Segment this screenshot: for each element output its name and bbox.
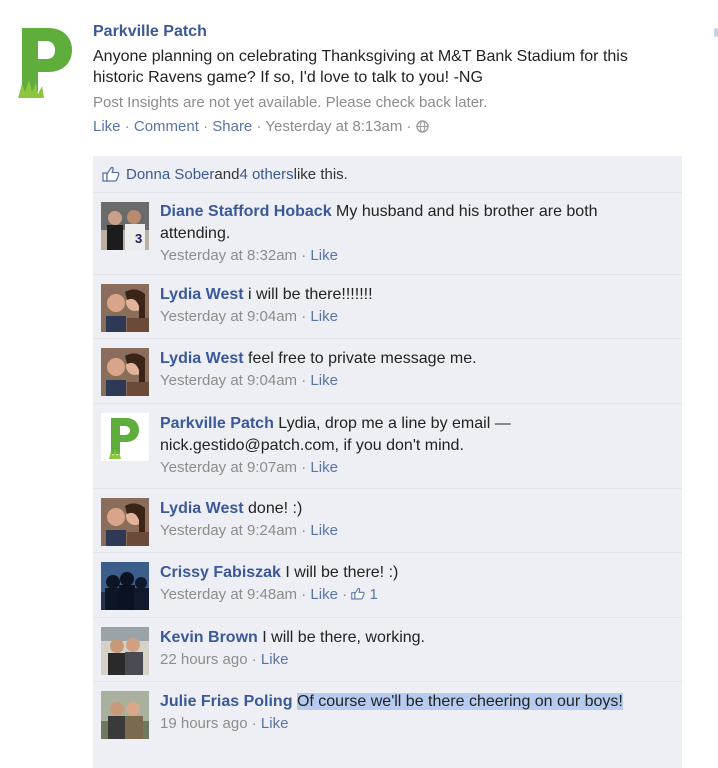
separator: · — [252, 118, 266, 135]
feedback-panel: Donna Sober and 4 others like this. 3 Di… — [93, 156, 682, 768]
thumbs-up-icon — [102, 166, 120, 182]
comment-time[interactable]: Yesterday at 9:04am — [160, 308, 297, 325]
comment-like-link[interactable]: Like — [261, 715, 289, 732]
avatar[interactable] — [101, 562, 149, 610]
commenter-name[interactable]: Lydia West — [160, 286, 244, 303]
comment-text: done! :) — [248, 500, 303, 517]
liker-name[interactable]: Donna Sober — [126, 166, 214, 183]
comment-time[interactable]: Yesterday at 9:48am — [160, 586, 297, 603]
comment-text: Of course we'll be there cheering on our… — [296, 693, 623, 710]
comment-text: i will be there!!!!!!! — [248, 286, 373, 303]
separator: · — [120, 118, 134, 135]
post-text: Anyone planning on celebrating Thanksgiv… — [93, 48, 628, 86]
commenter-name[interactable]: Lydia West — [160, 500, 244, 517]
comment-like-link[interactable]: Like — [310, 247, 338, 264]
comment-time[interactable]: 22 hours ago — [160, 651, 248, 668]
comment-time[interactable]: Yesterday at 9:24am — [160, 522, 297, 539]
commenter-name[interactable]: Kevin Brown — [160, 629, 258, 646]
avatar[interactable] — [101, 498, 149, 546]
comment-like-link[interactable]: Like — [310, 586, 338, 603]
avatar[interactable] — [101, 691, 149, 739]
comment: Parkville Patch Lydia, drop me a line by… — [93, 404, 682, 489]
like-count: 1 — [369, 586, 378, 603]
comment-time[interactable]: Yesterday at 9:04am — [160, 372, 297, 389]
comment-text: feel free to private message me. — [248, 350, 477, 367]
page-logo[interactable] — [16, 26, 74, 98]
comment: Kevin Brown I will be there, working. 22… — [93, 618, 682, 682]
svg-text:3: 3 — [135, 231, 142, 246]
comment: Julie Frias Poling Of course we'll be th… — [93, 682, 682, 768]
like-link[interactable]: Like — [93, 118, 121, 135]
comment-like-link[interactable]: Like — [310, 522, 338, 539]
comment: Crissy Fabiszak I will be there! :) Yest… — [93, 553, 682, 618]
comment-time[interactable]: 19 hours ago — [160, 715, 248, 732]
likes-summary: Donna Sober and 4 others like this. — [93, 156, 682, 193]
avatar[interactable] — [101, 284, 149, 332]
comment: Lydia West done! :) Yesterday at 9:24am … — [93, 489, 682, 553]
commenter-name[interactable]: Crissy Fabiszak — [160, 564, 281, 581]
avatar[interactable] — [101, 348, 149, 396]
comment-like-link[interactable]: Like — [261, 651, 289, 668]
comment: Lydia West feel free to private message … — [93, 339, 682, 404]
commenter-name[interactable]: Parkville Patch — [160, 415, 274, 432]
scroll-edge — [714, 28, 718, 37]
comment-like-link[interactable]: Like — [310, 372, 338, 389]
post-actions: Like · Comment · Share · Yesterday at 8:… — [93, 118, 693, 137]
commenter-name[interactable]: Lydia West — [160, 350, 244, 367]
comment-like-count[interactable]: 1 — [351, 586, 378, 603]
avatar[interactable] — [101, 627, 149, 675]
avatar[interactable]: 3 — [101, 202, 149, 250]
separator: · — [297, 247, 311, 264]
commenter-name[interactable]: Julie Frias Poling — [160, 693, 292, 710]
separator: · — [247, 651, 261, 668]
comment-like-link[interactable]: Like — [310, 308, 338, 325]
post-timestamp[interactable]: Yesterday at 8:13am — [265, 118, 402, 135]
likes-connector: and — [214, 165, 240, 183]
likes-others-link[interactable]: 4 others — [239, 166, 293, 183]
post: Parkville Patch Anyone planning on celeb… — [93, 22, 693, 137]
comment: 3 Diane Stafford Hoback My husband and h… — [93, 193, 682, 275]
separator: · — [402, 118, 416, 135]
comment-time[interactable]: Yesterday at 8:32am — [160, 247, 297, 264]
separator: · — [297, 308, 311, 325]
likes-suffix: like this. — [293, 165, 348, 183]
comment-text: I will be there! :) — [285, 564, 399, 581]
separator: · — [247, 715, 261, 732]
comment-time[interactable]: Yesterday at 9:07am — [160, 459, 297, 476]
comment-link[interactable]: Comment — [134, 118, 199, 135]
commenter-name[interactable]: Diane Stafford Hoback — [160, 203, 332, 220]
separator: · — [297, 586, 311, 603]
separator: · — [337, 586, 352, 603]
post-author[interactable]: Parkville Patch — [93, 22, 693, 42]
separator: · — [198, 118, 213, 135]
comment-like-link[interactable]: Like — [310, 459, 338, 476]
comment: Lydia West i will be there!!!!!!! Yester… — [93, 275, 682, 339]
avatar[interactable] — [101, 413, 149, 461]
separator: · — [297, 372, 311, 389]
comment-text: I will be there, working. — [262, 629, 425, 646]
post-insights: Post Insights are not yet available. Ple… — [93, 94, 488, 111]
separator: · — [297, 459, 311, 476]
globe-icon — [416, 120, 429, 137]
share-link[interactable]: Share — [212, 118, 252, 135]
thumbs-up-icon — [351, 587, 365, 600]
separator: · — [297, 522, 311, 539]
